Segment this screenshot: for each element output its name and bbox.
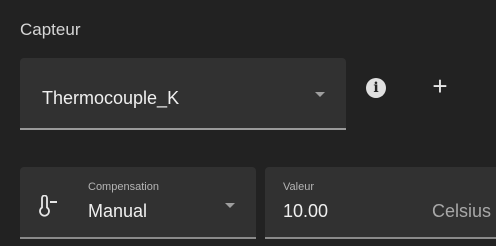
value-input[interactable]: 10.00 bbox=[283, 201, 328, 222]
info-icon[interactable]: i bbox=[366, 78, 386, 98]
add-icon[interactable]: + bbox=[428, 73, 452, 99]
thermometer-icon bbox=[39, 195, 57, 217]
section-title: Capteur bbox=[20, 20, 81, 39]
sensor-select-value: Thermocouple_K bbox=[42, 88, 180, 108]
sensor-select[interactable]: Thermocouple_K bbox=[20, 58, 346, 130]
value-label: Valeur bbox=[283, 181, 314, 193]
sensor-panel: Capteur Thermocouple_K i + Compensation … bbox=[0, 0, 496, 246]
compensation-value: Manual bbox=[88, 201, 148, 221]
value-input-field[interactable]: Valeur 10.00 Celsius bbox=[265, 167, 496, 239]
chevron-down-icon bbox=[315, 92, 325, 97]
compensation-label: Compensation bbox=[88, 181, 159, 193]
unit-suffix: Celsius bbox=[432, 201, 492, 221]
chevron-down-icon bbox=[225, 203, 235, 208]
compensation-select[interactable]: Compensation Manual bbox=[20, 167, 256, 239]
